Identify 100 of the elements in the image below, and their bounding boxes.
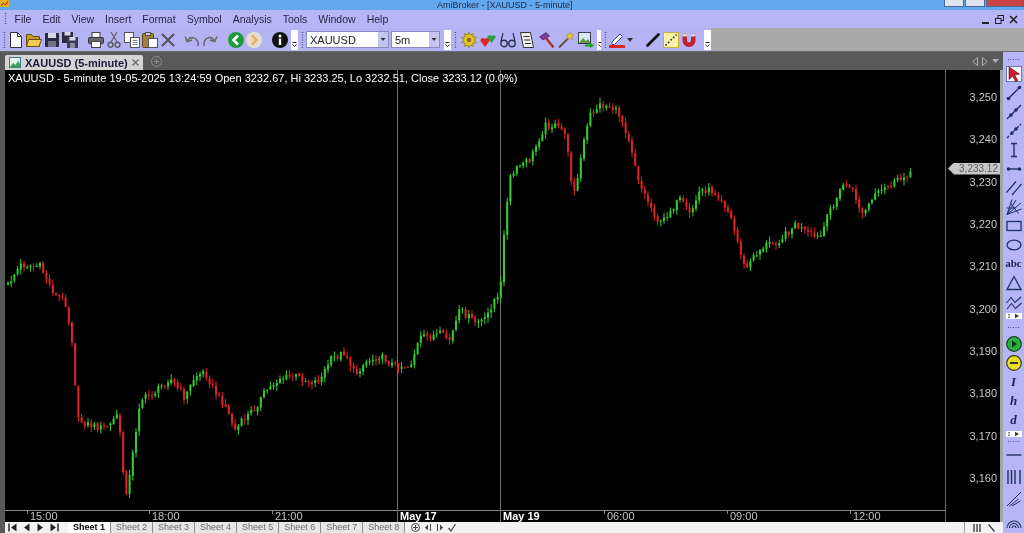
- menu-item[interactable]: Edit: [36, 12, 66, 26]
- first-sheet-icon[interactable]: [8, 523, 17, 532]
- sheet-tab[interactable]: Sheet 1: [68, 522, 111, 533]
- dropdown-arrow-icon[interactable]: [627, 37, 633, 42]
- text-tool[interactable]: h: [1007, 393, 1020, 408]
- add-sheet-icon[interactable]: [411, 523, 421, 532]
- minus-circle-icon[interactable]: [1005, 354, 1022, 371]
- line-tool-icon[interactable]: [645, 31, 661, 48]
- pen-color-icon[interactable]: [609, 31, 625, 48]
- text-tool[interactable]: abc: [1003, 256, 1024, 271]
- symbol-combobox[interactable]: XAUUSD: [306, 31, 389, 48]
- toolbar-overflow-icon[interactable]: [1005, 430, 1022, 437]
- time-label: 18:00: [152, 510, 180, 522]
- menu-item[interactable]: Window: [312, 12, 362, 26]
- resize-corner-icon[interactable]: [988, 523, 995, 532]
- printer-icon[interactable]: [88, 31, 104, 48]
- sheet-tab[interactable]: Sheet 8: [363, 522, 406, 533]
- menu-item[interactable]: Analysis: [227, 12, 278, 26]
- open-folder-icon[interactable]: [26, 31, 42, 48]
- hammer-icon[interactable]: [538, 31, 555, 48]
- price-label: 3,200: [969, 302, 997, 315]
- toolbar-overflow-icon[interactable]: [1005, 312, 1022, 319]
- step-left-icon[interactable]: [424, 523, 433, 532]
- fan-lines-icon[interactable]: [1005, 198, 1022, 215]
- sheet-tab[interactable]: Sheet 3: [153, 522, 196, 533]
- document-icon[interactable]: [519, 31, 535, 48]
- price-label: 3,180: [969, 387, 997, 400]
- chart-tab[interactable]: XAUUSD (5-minute): [5, 55, 143, 70]
- toolbar-overflow-icon[interactable]: [444, 29, 451, 50]
- text-tool[interactable]: d: [1008, 412, 1019, 427]
- image-arrow-icon[interactable]: [577, 31, 594, 48]
- price-label: 3,220: [969, 218, 997, 230]
- vertical-bars-icon[interactable]: [973, 523, 982, 532]
- maximize-button[interactable]: [965, 0, 985, 7]
- scissors-icon[interactable]: [106, 31, 122, 48]
- window-title: AmiBroker - [XAUUSD - 5-minute]: [437, 0, 573, 10]
- last-sheet-icon[interactable]: [50, 523, 59, 532]
- chart-icon: [9, 57, 21, 68]
- parallel-lines-icon[interactable]: [1005, 179, 1022, 196]
- menu-item[interactable]: Symbol: [181, 12, 228, 26]
- pen-stroke-icon[interactable]: [1005, 491, 1022, 507]
- vertical-bars-icon[interactable]: [1005, 469, 1022, 485]
- toolbar-grip-icon[interactable]: [301, 30, 304, 49]
- toolbar-overflow-icon[interactable]: [291, 29, 298, 50]
- close-icon[interactable]: [1009, 14, 1018, 24]
- save-icon[interactable]: [44, 31, 60, 48]
- sheet-tab[interactable]: Sheet 2: [111, 522, 154, 533]
- sheet-tab[interactable]: Sheet 5: [237, 522, 280, 533]
- sheet-tab[interactable]: Sheet 7: [321, 522, 364, 533]
- price-label: 3,250: [969, 91, 997, 103]
- close-icon[interactable]: [131, 59, 139, 66]
- magnet-icon[interactable]: [681, 31, 697, 48]
- gear-icon[interactable]: [460, 31, 477, 48]
- dropdown-arrow-icon[interactable]: [992, 59, 999, 63]
- new-document-icon[interactable]: [8, 31, 24, 48]
- toolbar-grip-icon[interactable]: [4, 12, 7, 26]
- cursor-arrow-icon[interactable]: [1005, 65, 1022, 82]
- delete-icon[interactable]: [160, 31, 176, 48]
- sheet-tab[interactable]: Sheet 6: [279, 522, 322, 533]
- restore-icon[interactable]: [995, 14, 1004, 24]
- toolbar-grip-icon[interactable]: [454, 30, 457, 49]
- menu-item[interactable]: View: [66, 12, 100, 26]
- menu-item[interactable]: File: [9, 12, 37, 26]
- menu-item[interactable]: Insert: [99, 12, 137, 26]
- date-label: May 19: [503, 510, 540, 522]
- text-tool[interactable]: I: [1008, 374, 1019, 389]
- magic-wand-icon[interactable]: [558, 31, 574, 48]
- copy-icon[interactable]: [124, 31, 140, 48]
- toolbar-grip-icon[interactable]: [1006, 57, 1021, 61]
- sheet-tab[interactable]: Sheet 4: [195, 522, 238, 533]
- toolbar-grip-icon[interactable]: [1006, 325, 1021, 329]
- price-label: 3,210: [969, 260, 997, 273]
- scroll-right-icon[interactable]: [982, 56, 988, 66]
- step-right-icon[interactable]: [436, 523, 445, 532]
- time-label: 21:00: [275, 510, 303, 522]
- menu-item[interactable]: Format: [136, 12, 182, 26]
- interval-combobox[interactable]: 5m: [391, 31, 440, 48]
- paste-icon[interactable]: [142, 31, 158, 48]
- scroll-left-icon[interactable]: [972, 56, 978, 66]
- toolbar-grip-icon[interactable]: [604, 30, 607, 49]
- time-label: 15:00: [30, 510, 58, 522]
- menu-item[interactable]: Tools: [277, 12, 313, 26]
- line-segment-icon[interactable]: [1005, 84, 1022, 101]
- app-icon: [0, 0, 9, 7]
- toolbar-grip-icon[interactable]: [3, 30, 6, 49]
- time-label: 09:00: [730, 510, 758, 522]
- time-label: 06:00: [607, 510, 635, 522]
- info-icon[interactable]: [272, 31, 288, 48]
- toolbar-overflow-icon[interactable]: [704, 29, 711, 50]
- menu-item[interactable]: Help: [361, 12, 394, 26]
- triangle-icon[interactable]: [1005, 274, 1022, 291]
- save-all-icon[interactable]: [62, 31, 78, 48]
- extended-line-icon[interactable]: [1005, 122, 1022, 139]
- play-circle-icon[interactable]: [1005, 335, 1022, 352]
- toolbar-grip-icon[interactable]: [1006, 439, 1021, 443]
- checkmark-icon[interactable]: [448, 523, 457, 532]
- ray-line-icon[interactable]: [1005, 103, 1022, 120]
- glasses-icon[interactable]: [499, 31, 516, 48]
- dotted-line-icon[interactable]: [663, 31, 679, 48]
- minimize-button[interactable]: [944, 0, 964, 7]
